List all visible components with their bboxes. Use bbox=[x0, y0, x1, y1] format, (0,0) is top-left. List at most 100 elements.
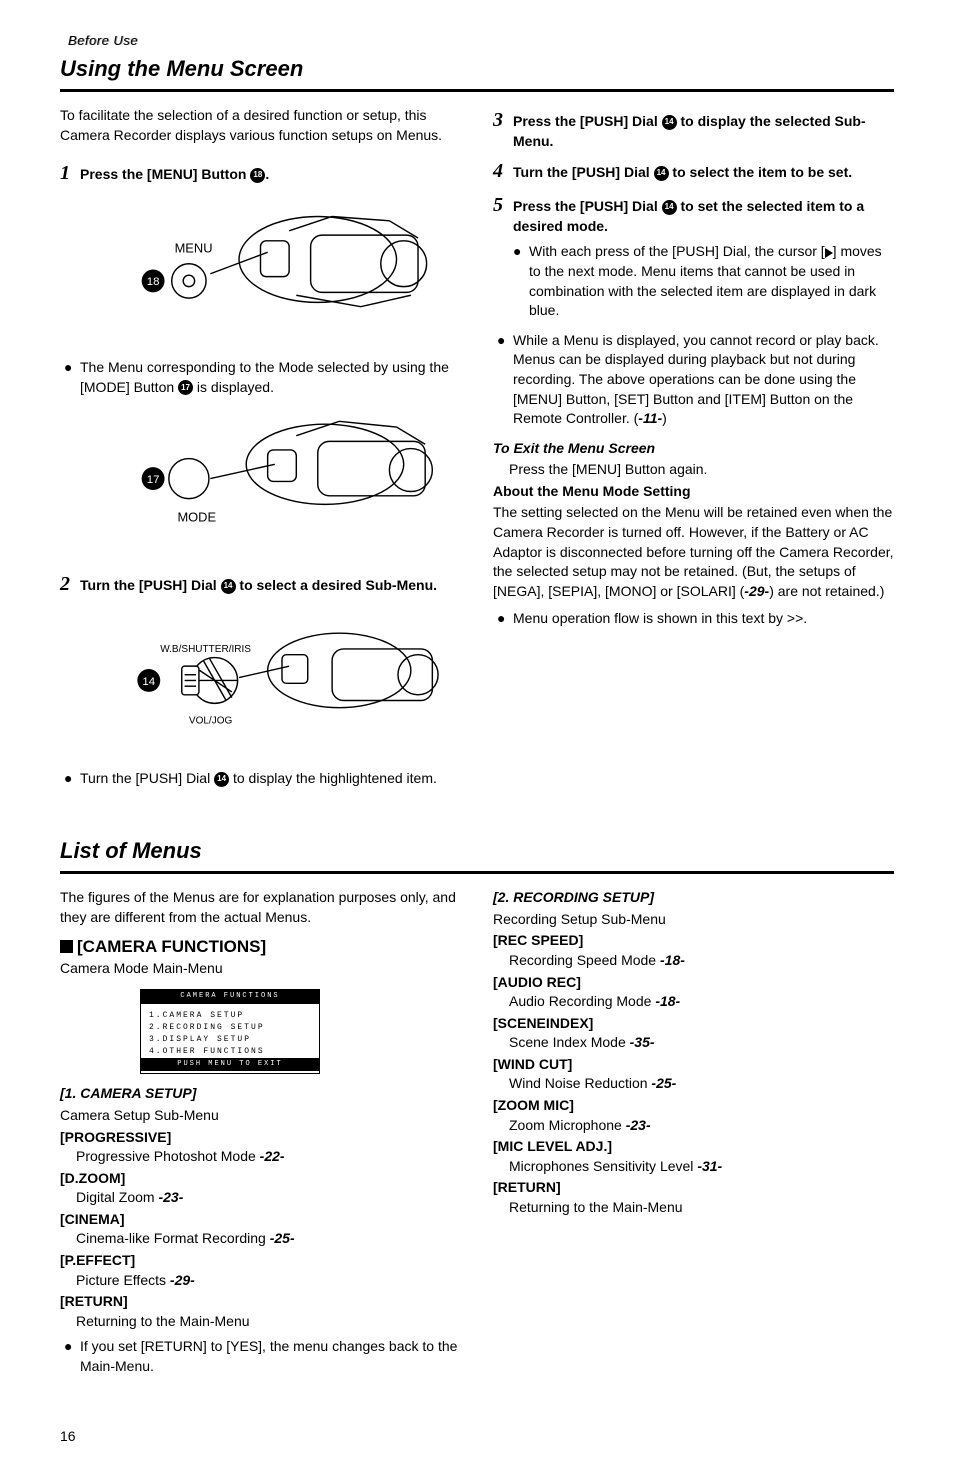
circled-18: 18 bbox=[250, 168, 265, 183]
camera-setup-sub: Camera Setup Sub-Menu bbox=[60, 1106, 461, 1126]
item-progressive: [PROGRESSIVE] bbox=[60, 1128, 461, 1148]
circled-14a: 14 bbox=[221, 579, 236, 594]
step2-bullet: ● Turn the [PUSH] Dial 14 to display the… bbox=[60, 769, 461, 789]
item-windcut: [WIND CUT] bbox=[493, 1055, 894, 1075]
item-miclevel: [MIC LEVEL ADJ.] bbox=[493, 1137, 894, 1157]
step-1-text: Press the [MENU] Button 18. bbox=[80, 165, 461, 185]
camera-setup-title: [1. CAMERA SETUP] bbox=[60, 1084, 461, 1104]
header-section-2: List of Menus bbox=[60, 836, 894, 874]
step1-bullet: ● The Menu corresponding to the Mode sel… bbox=[60, 358, 461, 397]
circled-14d: 14 bbox=[654, 166, 669, 181]
step-5: 5 Press the [PUSH] Dial 14 to set the se… bbox=[493, 191, 894, 236]
circled-17: 17 bbox=[178, 380, 193, 395]
item-windcut-desc: Wind Noise Reduction -25- bbox=[509, 1074, 894, 1094]
right-col-2: [2. RECORDING SETUP] Recording Setup Sub… bbox=[493, 888, 894, 1386]
intro-text: To facilitate the selection of a desired… bbox=[60, 106, 461, 145]
item-cinema: [CINEMA] bbox=[60, 1210, 461, 1230]
step-num-2: 2 bbox=[60, 570, 80, 598]
exit-body: Press the [MENU] Button again. bbox=[509, 460, 894, 480]
item-zoommic-desc: Zoom Microphone -23- bbox=[509, 1116, 894, 1136]
step-num-4: 4 bbox=[493, 157, 513, 185]
menu-screen: CAMERA FUNCTIONS 1.CAMERA SETUP 2.RECORD… bbox=[140, 989, 320, 1075]
left-col-1: To facilitate the selection of a desired… bbox=[60, 106, 461, 798]
item-return1-desc: Returning to the Main-Menu bbox=[76, 1312, 461, 1332]
menu-screen-body: 1.CAMERA SETUP 2.RECORDING SETUP 3.DISPL… bbox=[141, 1004, 319, 1058]
item-audiorec-desc: Audio Recording Mode -18- bbox=[509, 992, 894, 1012]
list-intro: The figures of the Menus are for explana… bbox=[60, 888, 461, 927]
flow-bullet-body: Menu operation flow is shown in this tex… bbox=[513, 609, 894, 629]
camera-figure-2: MODE 17 bbox=[60, 407, 461, 550]
item-peffect-desc: Picture Effects -29- bbox=[76, 1271, 461, 1291]
step-4: 4 Turn the [PUSH] Dial 14 to select the … bbox=[493, 157, 894, 185]
section-title-2: List of Menus bbox=[60, 836, 894, 867]
return-bullet: ● If you set [RETURN] to [YES], the menu… bbox=[60, 1337, 461, 1376]
body-columns-2: The figures of the Menus are for explana… bbox=[60, 888, 894, 1386]
bullet-dot: ● bbox=[60, 1337, 80, 1376]
menu-screen-title: CAMERA FUNCTIONS bbox=[141, 990, 319, 1004]
bullet-dot: ● bbox=[493, 331, 513, 429]
item-cinema-desc: Cinema-like Format Recording -25- bbox=[76, 1229, 461, 1249]
note-bullet: ● While a Menu is displayed, you cannot … bbox=[493, 331, 894, 429]
square-bullet-icon bbox=[60, 940, 73, 953]
item-zoommic: [ZOOM MIC] bbox=[493, 1096, 894, 1116]
step2-bullet-body: Turn the [PUSH] Dial 14 to display the h… bbox=[80, 769, 461, 789]
step-num-1: 1 bbox=[60, 159, 80, 187]
about-head: About the Menu Mode Setting bbox=[493, 482, 894, 502]
step1-bullet-body: The Menu corresponding to the Mode selec… bbox=[80, 358, 461, 397]
step-2-text: Turn the [PUSH] Dial 14 to select a desi… bbox=[80, 576, 461, 596]
camera-functions-head: [CAMERA FUNCTIONS] bbox=[60, 935, 461, 959]
circled-14b: 14 bbox=[214, 772, 229, 787]
flow-bullet: ● Menu operation flow is shown in this t… bbox=[493, 609, 894, 629]
bullet-dot: ● bbox=[60, 769, 80, 789]
header-section: Before Use Using the Menu Screen bbox=[60, 30, 894, 92]
item-recspeed-desc: Recording Speed Mode -18- bbox=[509, 951, 894, 971]
section-rule-2 bbox=[60, 871, 894, 874]
circled-14e: 14 bbox=[662, 200, 677, 215]
section-rule bbox=[60, 89, 894, 92]
step-4-text: Turn the [PUSH] Dial 14 to select the it… bbox=[513, 163, 894, 183]
recording-setup-sub: Recording Setup Sub-Menu bbox=[493, 910, 894, 930]
svg-text:14: 14 bbox=[142, 676, 155, 688]
exit-head: To Exit the Menu Screen bbox=[493, 439, 894, 459]
bullet-dot: ● bbox=[60, 358, 80, 397]
step-num-5: 5 bbox=[493, 191, 513, 219]
item-dzoom-desc: Digital Zoom -23- bbox=[76, 1188, 461, 1208]
about-body: The setting selected on the Menu will be… bbox=[493, 503, 894, 601]
bullet-dot: ● bbox=[509, 242, 529, 320]
step-3-text: Press the [PUSH] Dial 14 to display the … bbox=[513, 112, 894, 151]
item-miclevel-desc: Microphones Sensitivity Level -31- bbox=[509, 1157, 894, 1177]
step-2: 2 Turn the [PUSH] Dial 14 to select a de… bbox=[60, 570, 461, 598]
left-col-2: The figures of the Menus are for explana… bbox=[60, 888, 461, 1386]
step5-bullet-body: With each press of the [PUSH] Dial, the … bbox=[529, 242, 894, 320]
figure-1-wrap: MENU 18 bbox=[60, 195, 461, 344]
before-use-badge: Before Use bbox=[60, 30, 146, 52]
section-title-1: Using the Menu Screen bbox=[60, 54, 894, 85]
svg-text:17: 17 bbox=[147, 474, 160, 486]
item-return1: [RETURN] bbox=[60, 1292, 461, 1312]
step-5-text: Press the [PUSH] Dial 14 to set the sele… bbox=[513, 197, 894, 236]
cam-func-sub: Camera Mode Main-Menu bbox=[60, 959, 461, 979]
camera-figure-1: MENU 18 bbox=[60, 195, 461, 338]
page-number: 16 bbox=[60, 1427, 894, 1447]
item-dzoom: [D.ZOOM] bbox=[60, 1169, 461, 1189]
right-col-1: 3 Press the [PUSH] Dial 14 to display th… bbox=[493, 106, 894, 798]
return-bullet-body: If you set [RETURN] to [YES], the menu c… bbox=[80, 1337, 461, 1376]
fig-label-mode: MODE bbox=[177, 510, 216, 525]
item-sceneindex: [SCENEINDEX] bbox=[493, 1014, 894, 1034]
item-recspeed: [REC SPEED] bbox=[493, 931, 894, 951]
item-return2-desc: Returning to the Main-Menu bbox=[509, 1198, 894, 1218]
fig-label-wb: W.B/SHUTTER/IRIS bbox=[160, 644, 251, 655]
bullet-dot: ● bbox=[493, 609, 513, 629]
circled-14c: 14 bbox=[662, 115, 677, 130]
play-icon bbox=[825, 248, 833, 258]
note-bullet-body: While a Menu is displayed, you cannot re… bbox=[513, 331, 894, 429]
item-audiorec: [AUDIO REC] bbox=[493, 973, 894, 993]
item-progressive-desc: Progressive Photoshot Mode -22- bbox=[76, 1147, 461, 1167]
camera-figure-3: W.B/SHUTTER/IRIS VOL/JOG 14 bbox=[60, 606, 461, 749]
step-3: 3 Press the [PUSH] Dial 14 to display th… bbox=[493, 106, 894, 151]
recording-setup-title: [2. RECORDING SETUP] bbox=[493, 888, 894, 908]
body-columns-1: To facilitate the selection of a desired… bbox=[60, 106, 894, 798]
step5-bullet: ● With each press of the [PUSH] Dial, th… bbox=[509, 242, 894, 320]
figure-3-wrap: W.B/SHUTTER/IRIS VOL/JOG 14 bbox=[60, 606, 461, 755]
fig-label-vol: VOL/JOG bbox=[189, 715, 233, 726]
